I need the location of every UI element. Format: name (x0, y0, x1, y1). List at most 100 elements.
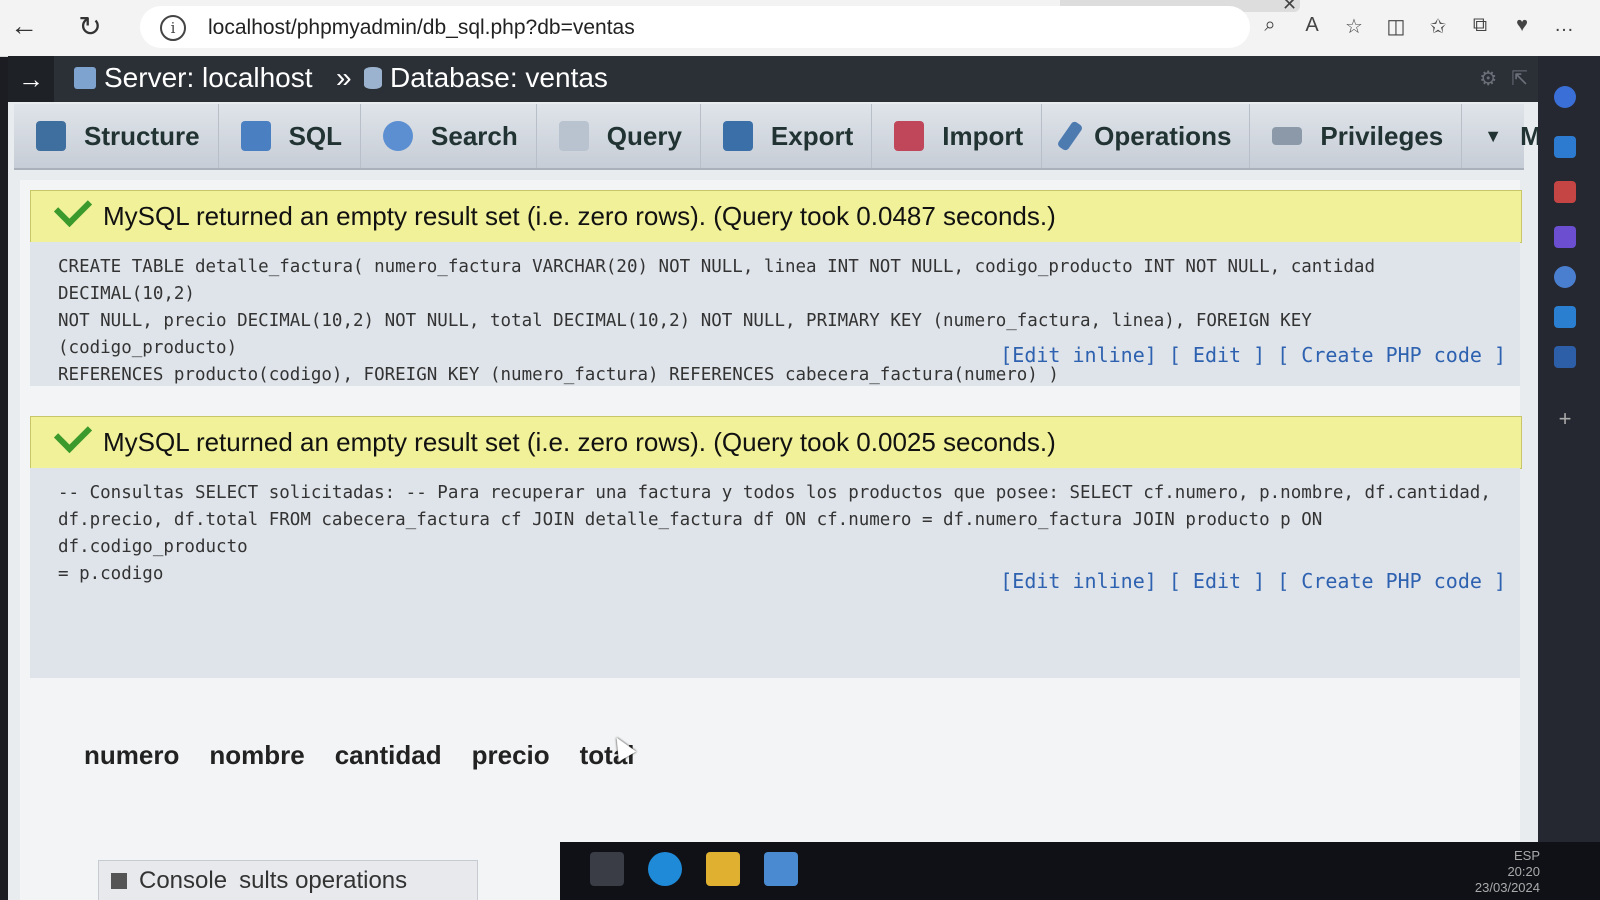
privileges-icon (1272, 127, 1303, 145)
back-icon[interactable]: ← (4, 6, 44, 46)
checkmark-icon (53, 414, 93, 454)
tab-import[interactable]: Import (872, 104, 1043, 168)
export-icon (722, 121, 753, 151)
chevron-down-icon: ▼ (1484, 125, 1503, 146)
breadcrumb-server-label: Server: localhost (104, 62, 313, 93)
add-icon[interactable]: + (1554, 406, 1576, 431)
success-message: MySQL returned an empty result set (i.e.… (30, 414, 1522, 469)
structure-icon (36, 121, 66, 151)
success-message: MySQL returned an empty result set (i.e.… (30, 188, 1522, 243)
server-icon (74, 67, 96, 89)
address-bar[interactable]: i localhost/phpmyadmin/db_sql.php?db=ven… (140, 6, 1250, 48)
edge-icon[interactable] (648, 852, 682, 886)
tools-icon[interactable] (1554, 226, 1576, 248)
query-actions: [Edit inline] [ Edit ] [ Create PHP code… (1000, 342, 1506, 369)
phpmyadmin-frame: → Server: localhost » Database: ventas ⚙… (8, 56, 1582, 900)
tab-label: Privileges (1320, 120, 1444, 151)
tab-export[interactable]: Export (701, 104, 873, 168)
console-tab[interactable]: Console sults operations (98, 860, 478, 900)
clock-time[interactable]: 20:20 (1475, 864, 1540, 880)
tab-query[interactable]: Query (537, 104, 701, 168)
games-icon[interactable] (1554, 266, 1576, 288)
tab-label: Operations (1094, 120, 1232, 151)
search-icon (383, 121, 414, 151)
sql-line: CREATE TABLE detalle_factura( numero_fac… (58, 257, 1375, 304)
sql-query-box[interactable]: CREATE TABLE detalle_factura( numero_fac… (30, 242, 1520, 386)
outlook-icon[interactable] (1554, 306, 1576, 328)
tab-label: Search (431, 120, 518, 151)
column-header[interactable]: cantidad (335, 740, 442, 771)
settings-icon[interactable]: ⚙ (1479, 66, 1497, 91)
tab-privileges[interactable]: Privileges (1250, 104, 1463, 168)
breadcrumb: → Server: localhost » Database: ventas ⚙… (8, 56, 1538, 102)
edit-inline-link[interactable]: [Edit inline] (1000, 569, 1157, 593)
clock-date[interactable]: 23/03/2024 (1475, 880, 1540, 896)
result-table-header: numero nombre cantidad precio total (84, 740, 635, 771)
query-actions: [Edit inline] [ Edit ] [ Create PHP code… (1000, 568, 1506, 595)
main-content: MySQL returned an empty result set (i.e.… (20, 180, 1522, 900)
tab-label: Structure (84, 120, 200, 151)
tab-bar: Structure SQL Search Query Export Import… (14, 104, 1582, 170)
tab-label: SQL (288, 120, 343, 151)
task-view-icon[interactable] (590, 852, 624, 886)
sql-icon (240, 121, 271, 151)
browser-toolbar: ✕ ← ↻ i localhost/phpmyadmin/db_sql.php?… (0, 0, 1600, 57)
sql-line: df.precio, df.total FROM cabecera_factur… (58, 510, 1323, 557)
tab-label: Import (942, 120, 1024, 151)
favorite-icon[interactable]: ☆ (1342, 14, 1366, 39)
tab-operations[interactable]: Operations (1042, 104, 1251, 168)
database-icon (364, 67, 382, 89)
search-icon[interactable] (1554, 86, 1576, 108)
browser-actions: ⌕ A ☆ ◫ ✩ ⧉ ♥ … (1258, 14, 1576, 39)
tab-sql[interactable]: SQL (219, 104, 362, 168)
language-indicator[interactable]: ESP (1475, 848, 1540, 864)
copilot-icon[interactable] (1554, 136, 1576, 158)
breadcrumb-server[interactable]: Server: localhost (74, 62, 313, 94)
navigation-toggle-icon[interactable]: → (8, 56, 54, 102)
url-text: localhost/phpmyadmin/db_sql.php?db=venta… (208, 16, 635, 39)
read-aloud-icon[interactable]: A (1300, 14, 1324, 39)
tab-label: Export (770, 120, 854, 151)
breadcrumb-database[interactable]: Database: ventas (364, 62, 608, 94)
column-header[interactable]: numero (84, 740, 179, 771)
column-header[interactable]: nombre (209, 740, 304, 771)
topbar-actions: ⚙ ⇱ (1479, 66, 1528, 91)
sql-line: -- Consultas SELECT solicitadas: -- Para… (58, 483, 1491, 503)
import-icon (894, 121, 925, 151)
column-header[interactable]: precio (472, 740, 550, 771)
browser-sidebar: + (1538, 56, 1600, 900)
console-icon (111, 872, 127, 889)
edit-link[interactable]: [ Edit ] (1169, 343, 1265, 367)
console-extra-label: sults operations (239, 866, 408, 894)
edit-inline-link[interactable]: [Edit inline] (1000, 343, 1157, 367)
tab-label: Query (606, 120, 682, 151)
refresh-icon[interactable]: ↻ (70, 6, 110, 46)
taskbar: ESP 20:20 23/03/2024 (560, 842, 1600, 900)
console-label: Console (139, 866, 228, 894)
operations-icon (1056, 120, 1084, 152)
tab-structure[interactable]: Structure (14, 104, 219, 168)
collections-icon[interactable]: ⧉ (1468, 14, 1492, 39)
zoom-icon[interactable]: ⌕ (1258, 14, 1282, 39)
edit-link[interactable]: [ Edit ] (1169, 569, 1265, 593)
breadcrumb-database-label: Database: ventas (390, 62, 608, 93)
split-screen-icon[interactable]: ◫ (1384, 14, 1408, 39)
word-icon[interactable] (1554, 346, 1576, 368)
shopping-icon[interactable] (1554, 181, 1576, 203)
tab-close-icon[interactable]: ✕ (1282, 0, 1297, 15)
app-icon[interactable] (764, 852, 798, 886)
tab-search[interactable]: Search (361, 104, 537, 168)
extensions-icon[interactable]: ♥ (1510, 14, 1534, 39)
more-icon[interactable]: … (1552, 14, 1576, 39)
create-php-code-link[interactable]: [ Create PHP code ] (1277, 569, 1506, 593)
message-text: MySQL returned an empty result set (i.e.… (103, 427, 1056, 457)
favorites-icon[interactable]: ✩ (1426, 14, 1450, 39)
create-php-code-link[interactable]: [ Create PHP code ] (1277, 343, 1506, 367)
checkmark-icon (53, 188, 93, 228)
breadcrumb-separator: » (336, 62, 352, 93)
message-text: MySQL returned an empty result set (i.e.… (103, 201, 1056, 231)
sql-query-box[interactable]: -- Consultas SELECT solicitadas: -- Para… (30, 468, 1520, 678)
file-explorer-icon[interactable] (706, 852, 740, 886)
collapse-icon[interactable]: ⇱ (1511, 66, 1528, 91)
info-icon[interactable]: i (160, 15, 186, 41)
